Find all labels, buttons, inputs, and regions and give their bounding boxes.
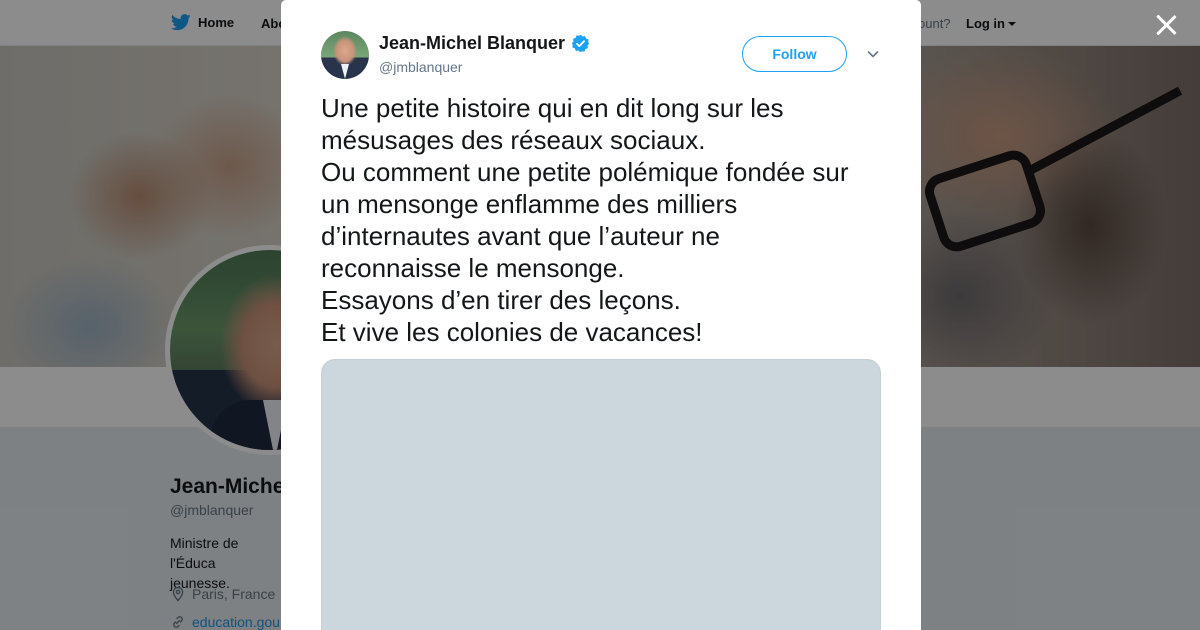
avatar-shirt-shape bbox=[341, 64, 349, 79]
tweet-text: Une petite histoire qui en dit long sur … bbox=[321, 92, 886, 348]
author-handle[interactable]: @jmblanquer bbox=[379, 59, 462, 75]
verified-badge-icon bbox=[571, 34, 590, 53]
follow-button[interactable]: Follow bbox=[742, 36, 847, 72]
author-avatar[interactable] bbox=[321, 31, 369, 79]
tweet-modal: Jean-Michel Blanquer @jmblanquer Follow … bbox=[281, 0, 921, 630]
chevron-down-icon[interactable] bbox=[865, 46, 881, 62]
tweet-line: d’internautes avant que l’auteur ne bbox=[321, 221, 720, 251]
tweet-line: un mensonge enflamme des milliers bbox=[321, 189, 738, 219]
author-name[interactable]: Jean-Michel Blanquer bbox=[379, 33, 590, 54]
close-icon[interactable] bbox=[1153, 12, 1179, 38]
tweet-line: Et vive les colonies de vacances! bbox=[321, 317, 703, 347]
tweet-line: Essayons d’en tirer des leçons. bbox=[321, 285, 681, 315]
tweet-line: mésusages des réseaux sociaux. bbox=[321, 125, 706, 155]
tweet-line: Ou comment une petite polémique fondée s… bbox=[321, 157, 849, 187]
tweet-media-placeholder[interactable] bbox=[321, 359, 881, 630]
tweet-line: Une petite histoire qui en dit long sur … bbox=[321, 93, 784, 123]
tweet-line: reconnaisse le mensonge. bbox=[321, 253, 625, 283]
author-name-text: Jean-Michel Blanquer bbox=[379, 33, 566, 53]
